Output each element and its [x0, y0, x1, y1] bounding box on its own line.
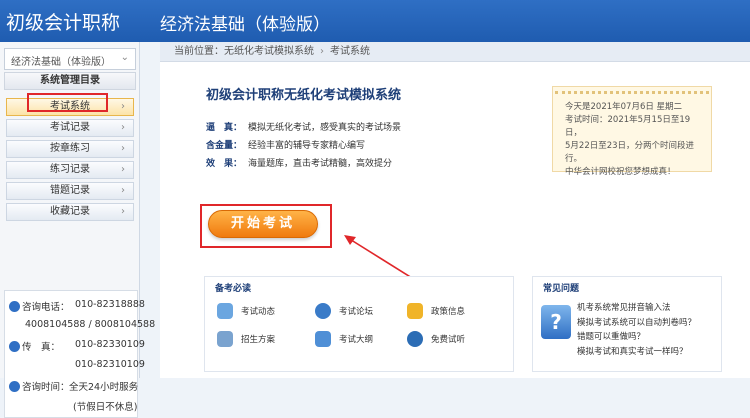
forum-icon [315, 303, 331, 319]
feature-key: 逼 真： [206, 123, 243, 133]
phone-icon [9, 301, 20, 312]
prep-item-label: 考试论坛 [339, 307, 374, 317]
prep-item-label: 政策信息 [431, 307, 466, 317]
prep-item-label: 招生方案 [241, 335, 276, 345]
breadcrumb-level1[interactable]: 无纸化考试模拟系统 [224, 46, 314, 57]
chevron-right-icon: › [121, 164, 125, 175]
feature-row: 效 果： 海量题库，直击考试精髓，高效提分 [206, 156, 392, 169]
faq-link[interactable]: 错题可以重做吗？ [577, 330, 696, 345]
prep-item-label: 免费试听 [431, 335, 466, 345]
free-trial-icon [407, 331, 423, 347]
sidebar-item-favorite-records[interactable]: 收藏记录 › [6, 203, 134, 221]
start-exam-button[interactable]: 开始考试 [208, 210, 318, 238]
enrollment-icon [217, 331, 233, 347]
sidebar-item-label: 收藏记录 [50, 206, 90, 217]
sidebar-item-label: 错题记录 [50, 185, 90, 196]
feature-row: 含金量： 经验丰富的辅导专家精心编写 [206, 138, 365, 151]
prep-item-label: 考试动态 [241, 307, 276, 317]
chevron-right-icon: › [121, 206, 125, 217]
news-icon [217, 303, 233, 319]
chevron-down-icon: ⌄ [120, 52, 129, 63]
note-line: 考试时间：2021年5月15日至19日， [565, 115, 691, 138]
fax-icon [9, 341, 20, 352]
feature-row: 逼 真： 模拟无纸化考试，感受真实的考试场景 [206, 120, 401, 133]
sidebar-item-exam-records[interactable]: 考试记录 › [6, 119, 134, 137]
chevron-right-icon: › [121, 143, 125, 154]
exam-date-note: 今天是2021年07月6日 星期二 考试时间：2021年5月15日至19日， 5… [552, 86, 712, 177]
hours-value: 全天24小时服务 [69, 382, 139, 393]
syllabus-icon [315, 331, 331, 347]
sidebar-menu: 考试系统 › 考试记录 › 按章练习 › 练习记录 › 错题记录 › 收藏记录 … [6, 98, 134, 224]
prep-item-exam-news[interactable]: 考试动态 [217, 303, 275, 319]
breadcrumb-prefix: 当前位置： [174, 46, 224, 57]
page-title: 初级会计职称无纸化考试模拟系统 [206, 88, 402, 103]
highlight-box-sidebar [27, 93, 108, 112]
chevron-right-icon: › [121, 101, 125, 112]
question-icon: ? [541, 305, 571, 339]
sidebar-item-label: 按章练习 [50, 143, 90, 154]
prep-item-label: 考试大纲 [339, 335, 374, 345]
chevron-right-icon: › [121, 185, 125, 196]
prep-title: 备考必读 [215, 284, 252, 294]
breadcrumb: 当前位置：无纸化考试模拟系统 › 考试系统 [160, 42, 750, 62]
note-line: 中华会计网校祝您梦想成真！ [565, 167, 676, 177]
faq-link[interactable]: 模拟考试系统可以自动判卷吗？ [577, 316, 696, 331]
subject-select-value: 经济法基础（体验版） [11, 57, 111, 68]
faq-title: 常见问题 [543, 284, 580, 294]
faq-link[interactable]: 机考系统常见拼音输入法 [577, 301, 696, 316]
main-content: 初级会计职称无纸化考试模拟系统 逼 真： 模拟无纸化考试，感受真实的考试场景 含金… [160, 62, 750, 378]
note-line: 5月22日至23日，分两个时间段进行。 [565, 141, 695, 164]
prep-item-enrollment[interactable]: 招生方案 [217, 331, 275, 347]
phone-label: 咨询电话： [22, 302, 70, 313]
holiday-note: (节假日不休息) [73, 402, 138, 413]
top-header: 初级会计职称 经济法基础（体验版） [0, 0, 750, 42]
prep-panel: 备考必读 考试动态 考试论坛 政策信息 招生方案 考试大纲 免费试听 [204, 276, 514, 372]
subject-title: 经济法基础（体验版） [160, 15, 330, 35]
faq-panel: 常见问题 ? 机考系统常见拼音输入法 模拟考试系统可以自动判卷吗？ 错题可以重做… [532, 276, 722, 372]
contact-panel: 咨询电话： 010-82318888 4008104588 / 80081045… [4, 290, 155, 418]
feature-key: 效 果： [206, 159, 243, 169]
feature-key: 含金量： [206, 141, 243, 151]
app-title: 初级会计职称 [6, 12, 121, 34]
prep-item-syllabus[interactable]: 考试大纲 [315, 331, 373, 347]
fax-label: 传 真： [22, 342, 61, 353]
chevron-right-icon: › [121, 122, 125, 133]
feature-text: 经验丰富的辅导专家精心编写 [248, 141, 366, 151]
note-line: 今天是2021年07月6日 星期二 [565, 102, 683, 112]
sidebar-item-label: 练习记录 [50, 164, 90, 175]
prep-item-forum[interactable]: 考试论坛 [315, 303, 373, 319]
feature-text: 模拟无纸化考试，感受真实的考试场景 [248, 123, 402, 133]
sidebar-item-label: 考试记录 [50, 122, 90, 133]
faq-list: 机考系统常见拼音输入法 模拟考试系统可以自动判卷吗？ 错题可以重做吗？ 模拟考试… [577, 301, 696, 359]
sidebar-item-chapter-practice[interactable]: 按章练习 › [6, 140, 134, 158]
sidebar-item-practice-records[interactable]: 练习记录 › [6, 161, 134, 179]
feature-text: 海量题库，直击考试精髓，高效提分 [248, 159, 393, 169]
breadcrumb-level2: 考试系统 [330, 46, 370, 57]
menu-title: 系统管理目录 [4, 72, 136, 90]
policy-icon [407, 303, 423, 319]
phone-number-1: 010-82318888 [75, 299, 145, 310]
fax-number-1: 010-82330109 [75, 339, 145, 350]
prep-item-policy[interactable]: 政策信息 [407, 303, 465, 319]
faq-link[interactable]: 模拟考试和真实考试一样吗？ [577, 345, 696, 360]
breadcrumb-separator-icon: › [320, 46, 324, 57]
fax-number-2: 010-82310109 [75, 359, 145, 370]
hours-label: 咨询时间： [22, 382, 70, 393]
clock-icon [9, 381, 20, 392]
subject-select[interactable]: 经济法基础（体验版） ⌄ [4, 48, 136, 70]
sidebar-item-wrong-records[interactable]: 错题记录 › [6, 182, 134, 200]
prep-item-free-trial[interactable]: 免费试听 [407, 331, 465, 347]
phone-number-2: 4008104588 / 8008104588 [25, 319, 156, 330]
